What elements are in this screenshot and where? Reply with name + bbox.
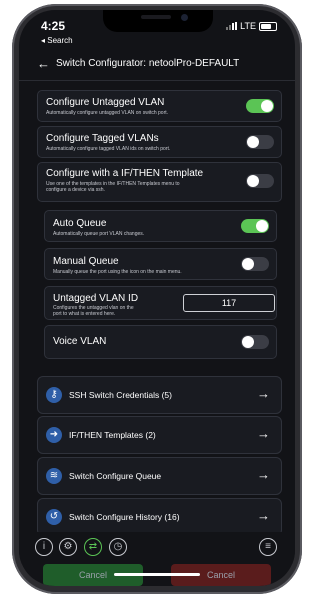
arrow-right-circle-icon: ➜ (46, 427, 62, 443)
arrow-right-icon: → (257, 508, 270, 523)
arrow-right-icon: → (257, 386, 270, 401)
option-ifthen-template[interactable]: Configure with a IF/THEN Template Use on… (37, 162, 282, 202)
notch (103, 10, 213, 32)
speaker (141, 15, 171, 19)
untagged-vlan-id-row: Untagged VLAN ID Configures the untagged… (44, 286, 277, 320)
voice-vlan-row[interactable]: Voice VLAN (44, 325, 277, 359)
back-arrow-icon[interactable]: ← (37, 56, 50, 71)
bottom-toolbar: i ⚙ ⇄ ◷ ≡ (19, 532, 295, 564)
auto-queue-row[interactable]: Auto Queue Automatically queue port VLAN… (44, 210, 277, 242)
voice-vlan-title: Voice VLAN (53, 336, 107, 347)
app-screen: 4:25 ◂ Search LTE ← Switch Configurator:… (19, 10, 295, 586)
untagged-vlan-id-title: Untagged VLAN ID (53, 293, 139, 304)
navigation-bar: ← Switch Configurator: netoolPro-DEFAULT (19, 50, 295, 81)
ifthen-template-toggle[interactable] (246, 174, 274, 188)
switch-configure-history-item[interactable]: ↺ Switch Configure History (16) → (37, 498, 282, 536)
manual-queue-toggle[interactable] (241, 257, 269, 271)
clock-icon[interactable]: ◷ (109, 538, 127, 556)
manual-queue-row[interactable]: Manual Queue Manually queue the port usi… (44, 248, 277, 280)
switch-configure-queue-item[interactable]: ≋ Switch Configure Queue → (37, 457, 282, 495)
home-indicator[interactable] (114, 573, 200, 576)
arrow-right-icon: → (257, 426, 270, 441)
ifthen-templates-item[interactable]: ➜ IF/THEN Templates (2) → (37, 416, 282, 454)
status-indicators: LTE (226, 21, 277, 31)
auto-queue-toggle[interactable] (241, 219, 269, 233)
option-title: Configure with a IF/THEN Template (46, 168, 204, 179)
untagged-vlan-id-input[interactable]: 117 (183, 294, 275, 312)
signal-icon (226, 22, 238, 30)
untagged-vlan-id-subtitle: Configures the untagged vlan on the port… (53, 305, 134, 317)
manual-queue-subtitle: Manually queue the port using the icon o… (53, 269, 182, 275)
option-subtitle: Automatically configure untagged VLAN on… (46, 110, 169, 116)
option-title: Configure Untagged VLAN (46, 97, 165, 108)
key-icon: ⚷ (46, 387, 62, 403)
manual-queue-title: Manual Queue (53, 256, 119, 267)
option-subtitle: Use one of the templates in the IF/THEN … (46, 181, 180, 193)
battery-icon (259, 21, 277, 31)
page-title: Switch Configurator: netoolPro-DEFAULT (56, 58, 240, 69)
layers-icon: ≋ (46, 468, 62, 484)
nav-item-label: Switch Configure Queue (69, 471, 162, 481)
sync-icon[interactable]: ⇄ (84, 538, 102, 556)
auto-queue-title: Auto Queue (53, 218, 107, 229)
carrier-label: LTE (240, 21, 256, 31)
status-time: 4:25 (41, 19, 66, 33)
back-to-app-link[interactable]: ◂ Search (41, 36, 73, 45)
nav-item-label: SSH Switch Credentials (5) (69, 390, 172, 400)
info-icon[interactable]: i (35, 538, 53, 556)
menu-icon[interactable]: ≡ (259, 538, 277, 556)
option-title: Configure Tagged VLANs (46, 133, 159, 144)
history-icon: ↺ (46, 509, 62, 525)
auto-queue-subtitle: Automatically queue port VLAN changes. (53, 231, 145, 237)
option-tagged-vlans[interactable]: Configure Tagged VLANs Automatically con… (37, 126, 282, 158)
tagged-vlans-toggle[interactable] (246, 135, 274, 149)
settings-icon[interactable]: ⚙ (59, 538, 77, 556)
ssh-credentials-item[interactable]: ⚷ SSH Switch Credentials (5) → (37, 376, 282, 414)
nav-item-label: IF/THEN Templates (2) (69, 430, 156, 440)
option-subtitle: Automatically configure tagged VLAN ids … (46, 146, 171, 152)
arrow-right-icon: → (257, 467, 270, 482)
nav-item-label: Switch Configure History (16) (69, 512, 180, 522)
untagged-vlan-toggle[interactable] (246, 99, 274, 113)
camera (181, 14, 188, 21)
option-untagged-vlan[interactable]: Configure Untagged VLAN Automatically co… (37, 90, 282, 122)
voice-vlan-toggle[interactable] (241, 335, 269, 349)
